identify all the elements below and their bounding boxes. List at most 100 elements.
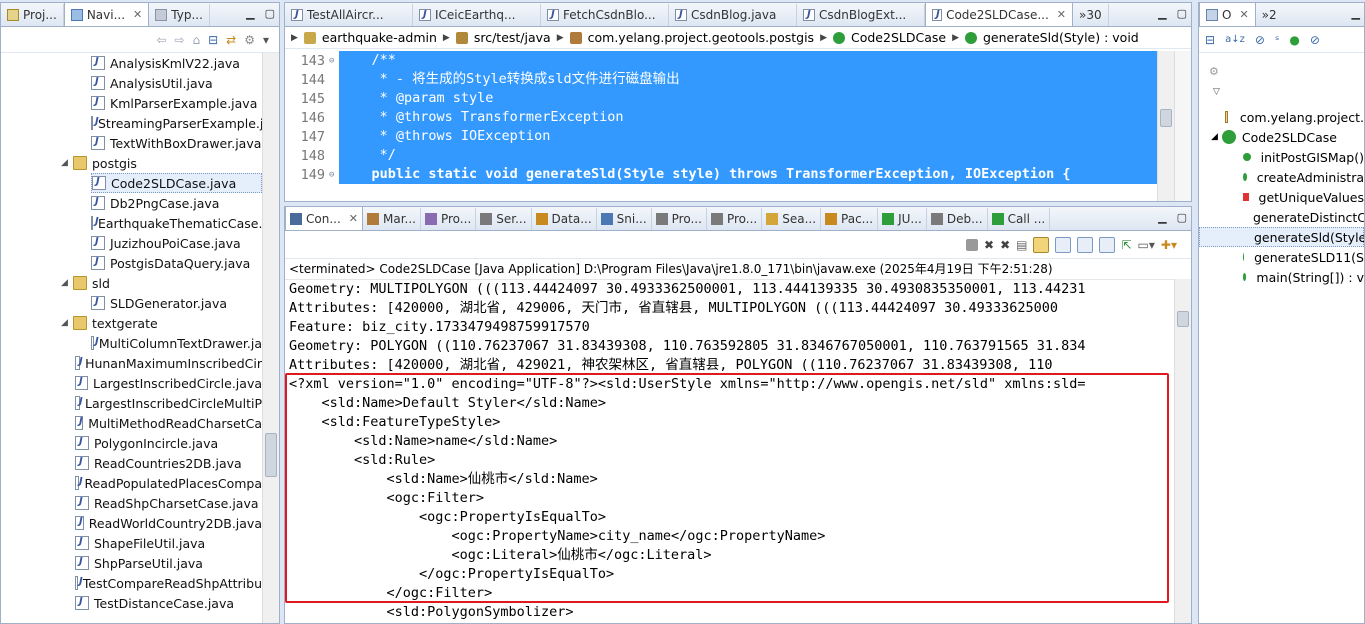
back-icon[interactable]: ⇦: [156, 33, 166, 47]
outline-item[interactable]: getUniqueValues: [1199, 187, 1364, 207]
folder-item[interactable]: ◢ textgerate: [61, 313, 262, 333]
console-tab[interactable]: Con... ✕: [285, 207, 363, 230]
outline-item[interactable]: createAdministra: [1199, 167, 1364, 187]
collapse-all-icon[interactable]: ⊟: [1205, 33, 1215, 47]
hide-static-icon[interactable]: ˢ: [1275, 33, 1279, 47]
outline-item[interactable]: generateSld(Style: [1199, 227, 1364, 247]
collapse-icon[interactable]: ◢: [61, 278, 73, 288]
scrollbar-thumb[interactable]: [265, 433, 277, 477]
show-on-error-icon[interactable]: [1099, 236, 1116, 253]
collapse-icon[interactable]: ◢: [61, 158, 73, 168]
breadcrumb-item[interactable]: Code2SLDCase: [851, 30, 946, 45]
view-menu-icon[interactable]: ▾: [263, 33, 269, 47]
console-tab[interactable]: Mar...: [363, 208, 421, 230]
console-tab[interactable]: Pac...: [821, 208, 879, 230]
file-item[interactable]: Code2SLDCase.java: [91, 173, 262, 193]
folder-item[interactable]: ◢ postgis: [61, 153, 262, 173]
remove-launch-icon[interactable]: ✖: [984, 238, 994, 252]
tab-navigator[interactable]: Navi... ✕: [63, 3, 150, 26]
outline-item[interactable]: main(String[]) : v: [1199, 267, 1364, 287]
code-area[interactable]: 143 ⊖ /** 144 * - 将生成的Style转换成sld文件进行磁盘输出 1…: [285, 51, 1157, 201]
file-item[interactable]: KmlParserExample.java: [91, 93, 262, 113]
file-item[interactable]: JuzizhouPoiCase.java: [91, 233, 262, 253]
editor-scrollbar[interactable]: [1157, 51, 1174, 201]
collapse-all-icon[interactable]: ⊟: [208, 33, 218, 47]
console-tab[interactable]: Ser...: [476, 208, 532, 230]
console-tab[interactable]: Pro...: [652, 208, 707, 230]
maximize-icon[interactable]: ▢: [1177, 211, 1187, 224]
tab-outline[interactable]: O ✕: [1199, 3, 1256, 26]
file-item[interactable]: PolygonIncircle.java: [75, 433, 262, 453]
breadcrumb-item[interactable]: generateSld(Style) : void: [983, 30, 1139, 45]
scrollbar-thumb[interactable]: [1177, 311, 1189, 327]
outline-filter-icon[interactable]: ⚙: [1209, 65, 1219, 78]
close-icon[interactable]: ✕: [133, 8, 142, 21]
open-console-icon[interactable]: ✚▾: [1161, 238, 1177, 252]
file-item[interactable]: ShpParseUtil.java: [75, 553, 262, 573]
display-console-icon[interactable]: ▭▾: [1138, 238, 1155, 252]
hide-local-types-icon[interactable]: ⊘: [1310, 33, 1320, 47]
minimize-icon[interactable]: ▁: [1158, 7, 1166, 20]
navigator-scrollbar[interactable]: [262, 53, 279, 623]
file-item[interactable]: LargestInscribedCircle.java: [75, 373, 262, 393]
console-tab[interactable]: Data...: [532, 208, 597, 230]
collapse-icon[interactable]: ◢: [1211, 132, 1218, 142]
file-item[interactable]: TestCompareReadShpAttribu: [75, 573, 262, 593]
word-wrap-icon[interactable]: [1055, 236, 1072, 253]
file-item[interactable]: MultiColumnTextDrawer.ja: [91, 333, 262, 353]
home-icon[interactable]: ⌂: [192, 33, 200, 47]
outline-item[interactable]: ◢ Code2SLDCase: [1199, 127, 1364, 147]
file-item[interactable]: TextWithBoxDrawer.java: [91, 133, 262, 153]
file-item[interactable]: StreamingParserExample.j: [91, 113, 262, 133]
console-tab[interactable]: Pro...: [421, 208, 477, 230]
console-tab[interactable]: Pro...: [707, 208, 763, 230]
close-icon[interactable]: ✕: [1239, 8, 1248, 21]
tab-overflow[interactable]: »2: [1256, 4, 1283, 26]
console-tab[interactable]: JU...: [878, 208, 927, 230]
tab-project-explorer[interactable]: Proj...: [1, 4, 64, 26]
clear-console-icon[interactable]: ▤: [1016, 238, 1027, 252]
overflow-tabs-button[interactable]: »30: [1073, 4, 1109, 26]
close-icon[interactable]: ✕: [1057, 8, 1066, 21]
editor-tab[interactable]: ICeicEarthq...: [413, 4, 541, 26]
file-item[interactable]: MultiMethodReadCharsetCa: [75, 413, 262, 433]
outline-item[interactable]: generateSLD11(S: [1199, 247, 1364, 267]
pin-console-icon[interactable]: ⇱: [1121, 238, 1131, 252]
remove-all-icon[interactable]: ✖: [1000, 238, 1010, 252]
fold-icon[interactable]: ⊖: [329, 170, 339, 180]
file-item[interactable]: ShapeFileUtil.java: [75, 533, 262, 553]
console-tab[interactable]: Call ...: [988, 208, 1051, 230]
fold-icon[interactable]: ⊖: [329, 56, 339, 66]
file-item[interactable]: PostgisDataQuery.java: [91, 253, 262, 273]
hide-nonpublic-icon[interactable]: ●: [1289, 33, 1299, 47]
file-item[interactable]: LargestInscribedCircleMultiP: [75, 393, 262, 413]
file-item[interactable]: AnalysisUtil.java: [91, 73, 262, 93]
maximize-icon[interactable]: ▢: [1177, 7, 1187, 20]
hide-fields-icon[interactable]: ⊘: [1255, 33, 1265, 47]
show-on-output-icon[interactable]: [1077, 236, 1094, 253]
minimize-icon[interactable]: ▁: [1352, 7, 1360, 20]
file-item[interactable]: Db2PngCase.java: [91, 193, 262, 213]
console-tab[interactable]: Sea...: [762, 208, 822, 230]
breadcrumb-item[interactable]: src/test/java: [474, 30, 551, 45]
forward-icon[interactable]: ⇨: [174, 33, 184, 47]
breadcrumb-item[interactable]: earthquake-admin: [322, 30, 437, 45]
editor-tab[interactable]: TestAllAircr...: [285, 4, 413, 26]
tab-type-hierarchy[interactable]: Typ...: [149, 4, 210, 26]
file-item[interactable]: ReadCountries2DB.java: [75, 453, 262, 473]
outline-item[interactable]: com.yelang.project.: [1199, 107, 1364, 127]
close-icon[interactable]: ✕: [349, 212, 358, 225]
file-item[interactable]: AnalysisKmlV22.java: [91, 53, 262, 73]
minimize-icon[interactable]: ▁: [1158, 211, 1166, 224]
sort-icon[interactable]: a↓z: [1225, 34, 1245, 45]
file-item[interactable]: EarthquakeThematicCase.j: [91, 213, 262, 233]
console-scrollbar[interactable]: [1174, 279, 1191, 623]
file-item[interactable]: TestDistanceCase.java: [75, 593, 262, 613]
editor-tab[interactable]: CsdnBlog.java: [669, 4, 797, 26]
scrollbar-thumb[interactable]: [1160, 109, 1172, 127]
link-editor-icon[interactable]: ⇄: [226, 33, 236, 47]
editor-tab[interactable]: Code2SLDCase... ✕: [925, 3, 1073, 26]
terminate-icon[interactable]: [966, 238, 979, 251]
outline-item[interactable]: generateDistinctC: [1199, 207, 1364, 227]
file-item[interactable]: ReadWorldCountry2DB.java: [75, 513, 262, 533]
